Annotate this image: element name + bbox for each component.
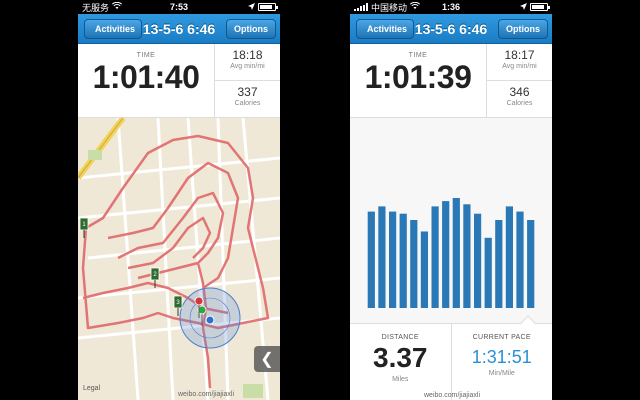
- calories-value: 346: [509, 85, 530, 99]
- current-pace-unit: Min/Mile: [488, 370, 515, 377]
- status-bar: 中国移动 1:36: [350, 0, 552, 14]
- calories-unit: Calories: [506, 100, 533, 107]
- pace-bar: [442, 201, 450, 308]
- time-label: TIME: [408, 52, 428, 59]
- pace-chart-canvas: [367, 198, 535, 308]
- chevron-left-icon: ❮: [260, 351, 274, 368]
- pace-bar: [410, 220, 418, 308]
- location-arrow-icon: [520, 2, 527, 12]
- pace-bar: [527, 220, 535, 308]
- pace-bar: [484, 237, 492, 308]
- current-pace-stat[interactable]: CURRENT PACE 1:31:51 Min/Mile: [450, 324, 553, 400]
- pace-bar: [367, 211, 375, 308]
- avg-pace-value: 18:18: [232, 48, 263, 62]
- pace-bar: [389, 211, 397, 308]
- location-arrow-icon: [248, 2, 255, 12]
- pace-bar: [474, 213, 482, 308]
- options-button[interactable]: Options: [226, 19, 276, 39]
- activities-back-button[interactable]: Activities: [84, 19, 143, 39]
- options-button[interactable]: Options: [498, 19, 548, 39]
- time-value: 1:01:40: [92, 59, 200, 95]
- stats-panel: TIME 1:01:40 18:18 Avg min/mi 337 Calori…: [78, 44, 280, 118]
- time-stat: TIME 1:01:40: [78, 44, 215, 117]
- watermark-text: weibo.com/jiajiaxli: [424, 392, 481, 399]
- pace-bar: [516, 211, 524, 308]
- calories-value: 337: [237, 85, 258, 99]
- activity-title: 13-5-6 6:46: [414, 20, 488, 37]
- avg-pace-value: 18:17: [504, 48, 535, 62]
- nav-bar: Activities 13-5-6 6:46 Options: [78, 14, 280, 44]
- status-bar: 无服务 7:53: [78, 0, 280, 14]
- mile-marker-1: 1: [79, 217, 89, 238]
- route-map[interactable]: 1 2 3 Legal weibo.com/jiajiaxli ❮: [78, 118, 280, 400]
- distance-label: DISTANCE: [381, 334, 419, 341]
- current-location-dot: [205, 315, 215, 325]
- carrier-label: 无服务: [82, 2, 110, 13]
- pace-bar: [378, 206, 386, 308]
- calories-stat: 337 Calories: [215, 80, 280, 117]
- pace-bar: [431, 206, 439, 308]
- side-stats: 18:18 Avg min/mi 337 Calories: [215, 44, 280, 117]
- distance-unit: Miles: [392, 376, 409, 383]
- wifi-icon: [111, 1, 123, 12]
- pace-bar: [399, 213, 407, 308]
- activities-back-button[interactable]: Activities: [356, 19, 415, 39]
- signal-icon: [354, 3, 368, 11]
- battery-icon: [258, 3, 278, 11]
- park-area: [88, 150, 102, 160]
- pace-bar: [420, 231, 428, 308]
- avg-pace-unit: Avg min/mi: [230, 63, 265, 70]
- nav-bar: Activities 13-5-6 6:46 Options: [350, 14, 552, 44]
- battery-icon: [530, 3, 550, 11]
- map-legal-link[interactable]: Legal: [83, 385, 100, 392]
- pace-stat: 18:18 Avg min/mi: [215, 44, 280, 80]
- calories-unit: Calories: [234, 100, 261, 107]
- pace-bar: [505, 206, 513, 308]
- stats-panel: TIME 1:01:39 18:17 Avg min/mi 346 Calori…: [350, 44, 552, 118]
- avg-pace-unit: Avg min/mi: [502, 63, 537, 70]
- activity-title: 13-5-6 6:46: [142, 20, 216, 37]
- map-canvas: 1 2 3: [78, 118, 280, 400]
- pace-bar: [495, 220, 503, 308]
- pace-bar: [463, 204, 471, 308]
- pace-bar: [452, 198, 460, 308]
- time-value: 1:01:39: [364, 59, 472, 95]
- side-stats: 18:17 Avg min/mi 346 Calories: [487, 44, 552, 117]
- current-pace-value: 1:31:51: [471, 347, 532, 367]
- time-label: TIME: [136, 52, 156, 59]
- wifi-icon: [409, 1, 421, 12]
- park-area: [243, 384, 263, 398]
- collapse-map-button[interactable]: ❮: [254, 346, 280, 372]
- map-streets: [78, 118, 280, 400]
- bottom-stats-panel: DISTANCE 3.37 Miles CURRENT PACE 1:31:51…: [350, 315, 553, 400]
- watermark-text: weibo.com/jiajiaxli: [178, 391, 235, 398]
- carrier-label: 中国移动: [371, 2, 408, 13]
- distance-value: 3.37: [373, 342, 428, 373]
- calories-stat: 346 Calories: [487, 80, 552, 117]
- time-stat: TIME 1:01:39: [350, 44, 487, 117]
- phone-screen-map: 无服务 7:53 Activities 13-5-6 6:46 Options …: [78, 0, 280, 400]
- pace-stat: 18:17 Avg min/mi: [487, 44, 552, 80]
- current-pace-label: CURRENT PACE: [472, 334, 531, 341]
- pace-chart[interactable]: [350, 118, 552, 323]
- distance-stat[interactable]: DISTANCE 3.37 Miles: [350, 324, 451, 400]
- phone-screen-chart: 中国移动 1:36 Activities 13-5-6 6:46 Options…: [350, 0, 552, 400]
